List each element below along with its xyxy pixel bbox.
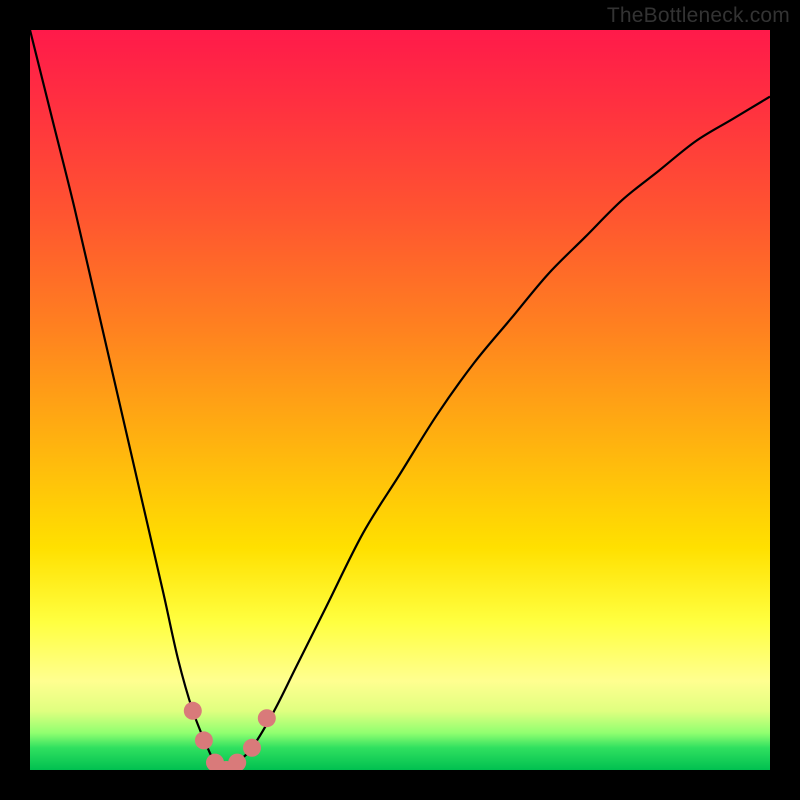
watermark-text: TheBottleneck.com [607,4,790,28]
bottleneck-curve [30,30,770,770]
curve-layer [30,30,770,770]
valley-marker [195,731,213,749]
valley-marker [184,702,202,720]
valley-marker [258,709,276,727]
valley-marker [243,739,261,757]
valley-markers [184,702,276,770]
chart-frame: TheBottleneck.com [0,0,800,800]
